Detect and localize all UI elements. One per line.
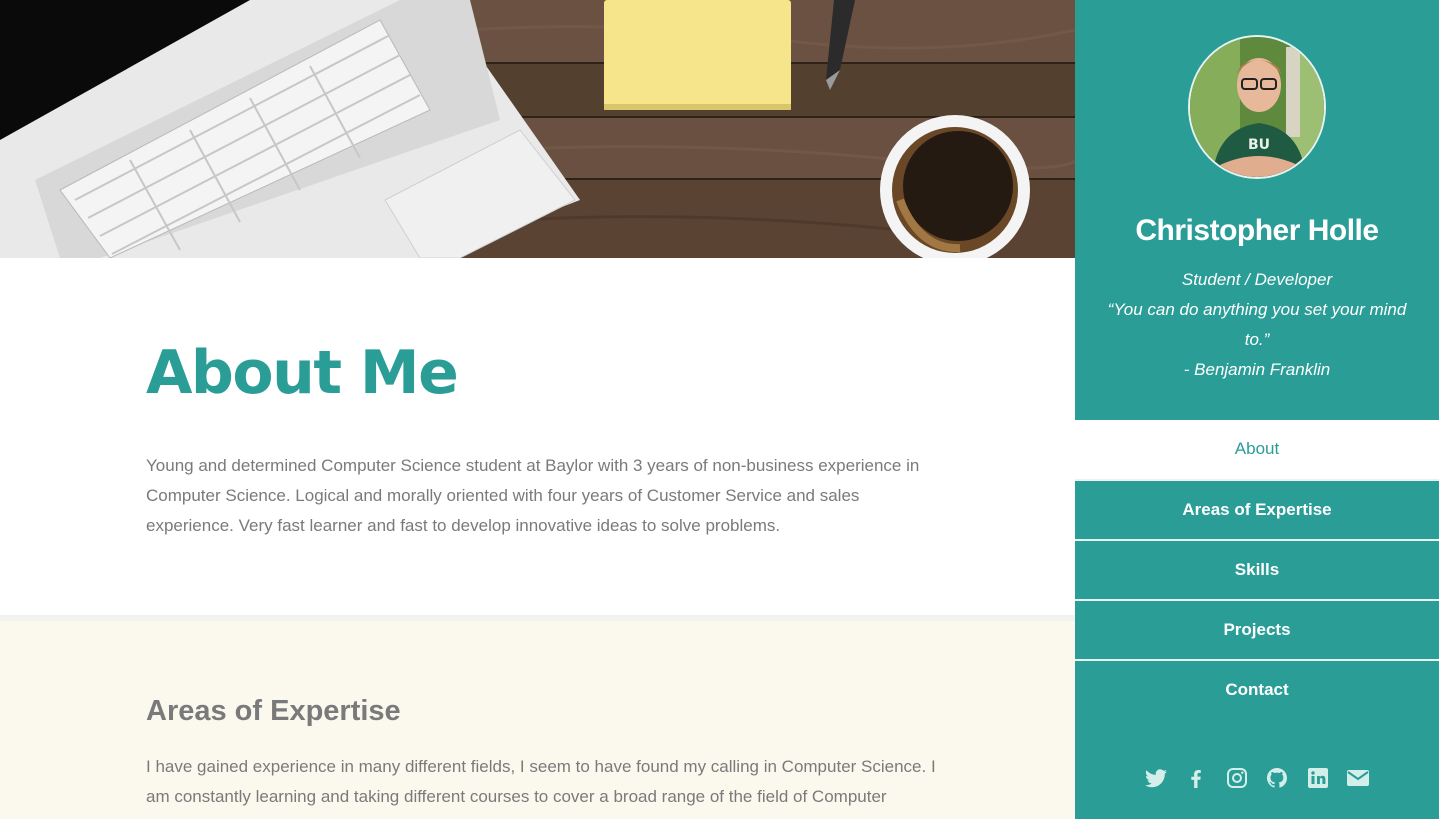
social-links: [1075, 766, 1439, 796]
instagram-icon[interactable]: [1225, 766, 1249, 790]
nav-item-contact[interactable]: Contact: [1075, 661, 1439, 721]
sidebar-nav: About Areas of Expertise Skills Projects…: [1075, 420, 1439, 721]
github-icon[interactable]: [1265, 766, 1289, 790]
about-body: Young and determined Computer Science st…: [146, 456, 920, 535]
nav-item-skills[interactable]: Skills: [1075, 541, 1439, 601]
facebook-icon[interactable]: [1184, 766, 1208, 790]
expertise-section: Areas of Expertise I have gained experie…: [0, 621, 1075, 819]
hero-image: [0, 0, 1075, 258]
main-content: About Me Young and determined Computer S…: [0, 0, 1075, 819]
expertise-title: Areas of Expertise: [146, 695, 401, 727]
nav-item-areas-of-expertise[interactable]: Areas of Expertise: [1075, 481, 1439, 541]
profile-tagline: Student / Developer “You can do anything…: [1107, 265, 1407, 385]
nav-item-projects[interactable]: Projects: [1075, 601, 1439, 661]
profile-quote: “You can do anything you set your mind t…: [1107, 300, 1407, 349]
linkedin-icon[interactable]: [1306, 766, 1330, 790]
profile-role: Student / Developer: [1181, 270, 1333, 289]
svg-text:BU: BU: [1248, 137, 1270, 153]
profile-name: Christopher Holle: [1135, 214, 1379, 247]
profile-quote-author: - Benjamin Franklin: [1183, 360, 1331, 379]
email-icon[interactable]: [1346, 766, 1370, 790]
sidebar: BU Christopher Holle Student / Developer…: [1075, 0, 1439, 819]
expertise-body: I have gained experience in many differe…: [146, 757, 936, 806]
twitter-icon[interactable]: [1144, 766, 1168, 790]
about-section: About Me Young and determined Computer S…: [0, 258, 1075, 615]
nav-item-about[interactable]: About: [1075, 420, 1439, 481]
avatar: BU: [1188, 35, 1326, 179]
about-title: About Me: [146, 338, 459, 408]
profile-card: BU Christopher Holle Student / Developer…: [1075, 0, 1439, 420]
